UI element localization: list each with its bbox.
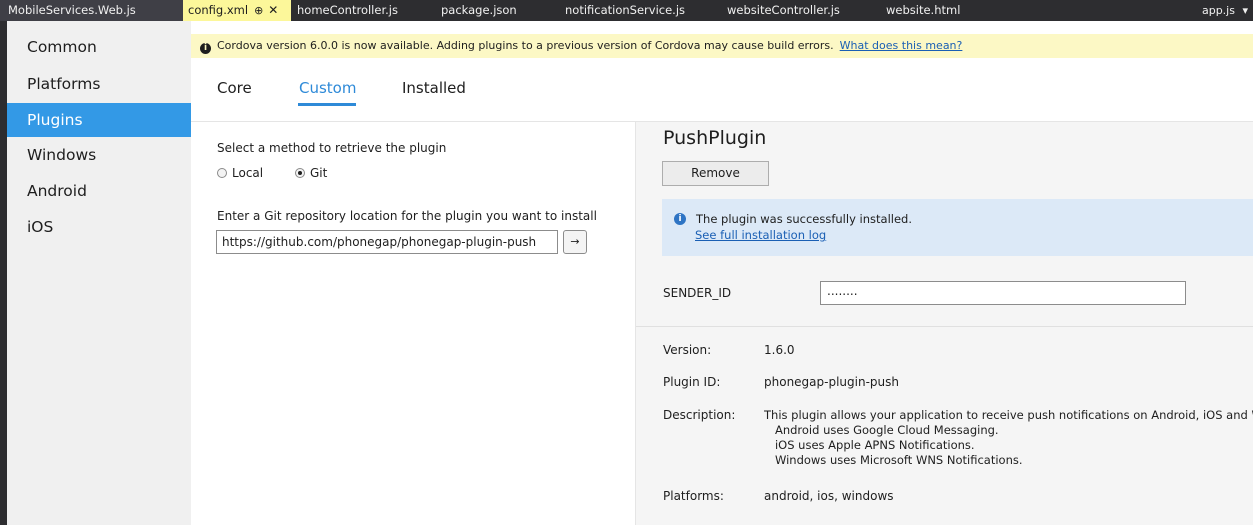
document-tab-strip: MobileServices.Web.js config.xml ⊕ ✕ homeC… xyxy=(0,0,1253,21)
description-line: This plugin allows your application to r… xyxy=(764,408,1253,422)
radio-button-icon[interactable] xyxy=(217,168,227,178)
description-value: This plugin allows your application to r… xyxy=(764,408,1253,468)
installation-log-link[interactable]: See full installation log xyxy=(695,228,826,242)
sidebar-item-label: Windows xyxy=(27,146,97,164)
description-line: Android uses Google Cloud Messaging. xyxy=(764,423,999,437)
git-repository-input[interactable]: https://github.com/phonegap/phonegap-plu… xyxy=(216,230,558,254)
tab-label: app.js xyxy=(1201,4,1235,17)
radio-local[interactable]: Local xyxy=(217,166,263,180)
git-location-label: Enter a Git repository location for the … xyxy=(217,209,597,223)
sidebar-item-platforms[interactable]: Platforms xyxy=(7,67,191,101)
tab-app-js[interactable]: app.js ▾ xyxy=(1202,0,1248,21)
remove-button[interactable]: Remove xyxy=(662,161,769,186)
sidebar-item-common[interactable]: Common xyxy=(7,30,191,64)
info-icon: i xyxy=(674,213,686,225)
close-icon[interactable]: ✕ xyxy=(268,3,278,17)
left-frame-border xyxy=(0,21,7,525)
description-line: iOS uses Apple APNS Notifications. xyxy=(764,438,975,452)
version-value: 1.6.0 xyxy=(764,343,795,357)
success-text: The plugin was successfully installed. xyxy=(696,212,912,226)
sidebar-item-windows[interactable]: Windows xyxy=(7,138,191,172)
sidebar-item-label: Android xyxy=(27,182,87,200)
what-does-this-mean-link[interactable]: What does this mean? xyxy=(840,39,963,52)
tab-notificationservice[interactable]: notificationService.js xyxy=(565,0,685,21)
tab-label: MobileServices.Web.js xyxy=(8,3,136,17)
plugin-id-value: phonegap-plugin-push xyxy=(764,375,899,389)
sidebar-item-plugins[interactable]: Plugins xyxy=(7,103,191,137)
active-tab-indicator xyxy=(298,103,356,106)
sidebar-item-label: Platforms xyxy=(27,75,101,93)
tab-label: notificationService.js xyxy=(565,3,686,17)
tab-package-json[interactable]: package.json xyxy=(441,0,517,21)
sidebar-item-label: Common xyxy=(27,38,97,56)
plugin-title: PushPlugin xyxy=(663,127,767,149)
tab-websitecontroller[interactable]: websiteController.js xyxy=(727,0,840,21)
divider xyxy=(636,326,1253,327)
tab-dropdown-icon[interactable]: ▾ xyxy=(1242,4,1248,17)
radio-git[interactable]: Git xyxy=(295,166,327,180)
description-line: Windows uses Microsoft WNS Notifications… xyxy=(764,453,1023,467)
info-icon: i xyxy=(200,43,211,54)
tab-custom[interactable]: Custom xyxy=(299,79,356,97)
description-label: Description: xyxy=(663,408,736,422)
tab-label: website.html xyxy=(886,3,961,17)
sender-id-label: SENDER_ID xyxy=(663,286,732,300)
install-arrow-button[interactable]: → xyxy=(563,230,587,254)
tab-label: Installed xyxy=(402,79,466,97)
version-label: Version: xyxy=(663,343,712,357)
tab-config-xml[interactable]: config.xml ⊕ ✕ xyxy=(183,0,291,21)
radio-button-checked-icon[interactable] xyxy=(295,168,305,178)
platforms-value: android, ios, windows xyxy=(764,489,894,503)
plugin-id-label: Plugin ID: xyxy=(663,375,721,389)
tab-installed[interactable]: Installed xyxy=(402,79,466,97)
cordova-version-infobar: i Cordova version 6.0.0 is now available.… xyxy=(191,34,1253,58)
sidebar-item-label: Plugins xyxy=(27,111,83,129)
tab-core[interactable]: Core xyxy=(217,79,252,97)
radio-label: Local xyxy=(232,166,264,180)
tab-website-html[interactable]: website.html xyxy=(886,0,960,21)
sidebar-item-ios[interactable]: iOS xyxy=(7,210,191,244)
method-label: Select a method to retrieve the plugin xyxy=(217,141,447,155)
config-sidebar: Common Platforms Plugins Windows Android… xyxy=(7,21,191,525)
install-success-message: i The plugin was successfully installed.… xyxy=(662,199,1253,256)
sidebar-item-label: iOS xyxy=(27,218,54,236)
pin-icon[interactable]: ⊕ xyxy=(254,4,263,17)
platforms-label: Platforms: xyxy=(663,489,724,503)
tab-mobileservices[interactable]: MobileServices.Web.js xyxy=(0,0,183,21)
tab-label: websiteController.js xyxy=(727,3,840,17)
tab-label: Custom xyxy=(299,79,357,97)
tab-label: homeController.js xyxy=(297,3,398,17)
radio-label: Git xyxy=(310,166,328,180)
tab-homecontroller[interactable]: homeController.js xyxy=(297,0,398,21)
tab-label: config.xml xyxy=(188,3,249,17)
tab-label: package.json xyxy=(441,3,517,17)
sidebar-item-android[interactable]: Android xyxy=(7,174,191,208)
tab-label: Core xyxy=(217,79,252,97)
sender-id-input[interactable]: ........ xyxy=(820,281,1186,305)
infobar-message: Cordova version 6.0.0 is now available. … xyxy=(217,39,834,52)
